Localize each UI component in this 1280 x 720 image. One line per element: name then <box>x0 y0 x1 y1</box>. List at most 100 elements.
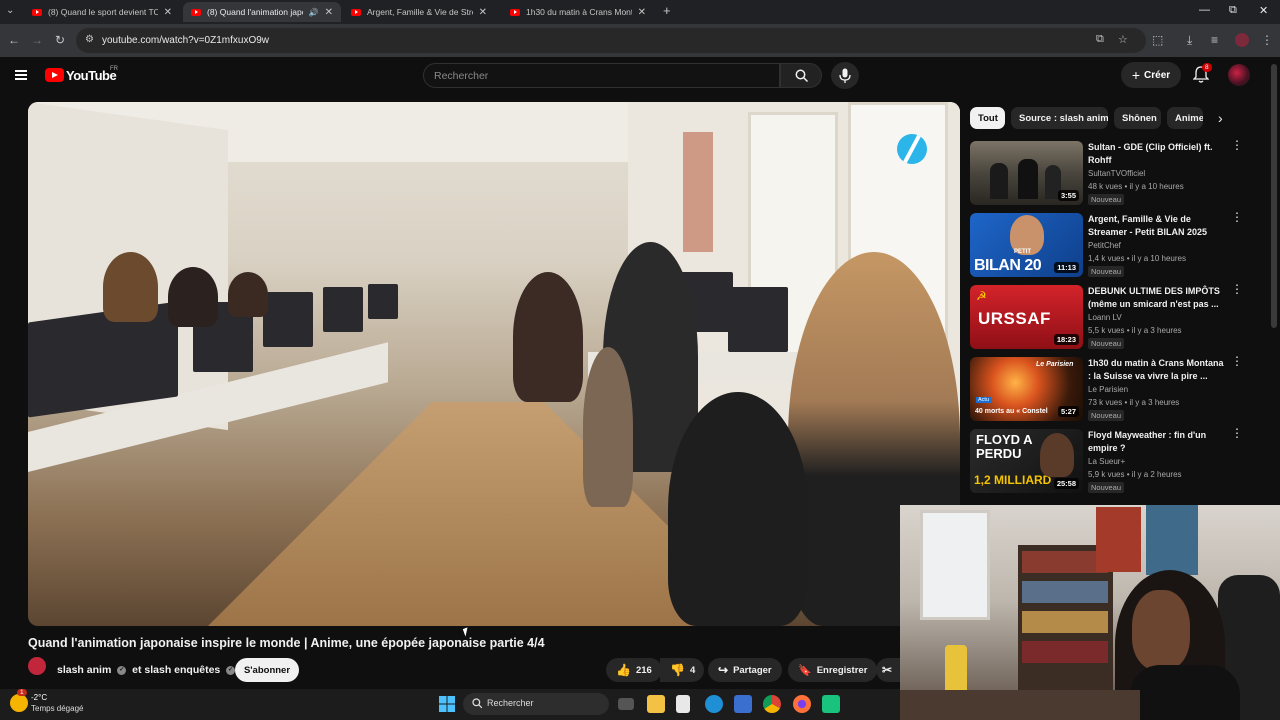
media-icon[interactable]: ≡ <box>1211 33 1218 47</box>
close-tab-icon[interactable]: ✕ <box>325 7 333 18</box>
like-button[interactable]: 👍 216 <box>606 658 662 682</box>
site-info-icon[interactable]: ⚙ <box>85 34 94 45</box>
recommendation-title[interactable]: Argent, Famille & Vie de Streamer - Peti… <box>1088 213 1224 239</box>
recommendation-item[interactable]: PETIT BILAN 20 11:13 Argent, Famille & V… <box>970 211 1252 279</box>
address-bar[interactable]: ⚙ youtube.com/watch?v=0Z1mfxuxO9w ⧉ ☆ <box>76 28 1146 53</box>
recommendation-channel[interactable]: La Sueur+ <box>1088 457 1125 466</box>
youtube-logo-icon[interactable] <box>45 68 64 82</box>
hammer-sickle-icon: ☭ <box>976 289 987 303</box>
recommendation-title[interactable]: 1h30 du matin à Crans Montana : la Suiss… <box>1088 357 1224 383</box>
recommendation-item[interactable]: 3:55 Sultan - GDE (Clip Officiel) ft. Ro… <box>970 139 1252 207</box>
minimize-icon[interactable]: — <box>1199 4 1210 16</box>
chrome-icon[interactable] <box>763 695 781 713</box>
video-thumbnail[interactable]: ☭ URSSAF 18:23 <box>970 285 1083 349</box>
extensions-icon[interactable]: ⬚ <box>1152 33 1163 47</box>
video-duration: 18:23 <box>1053 334 1079 345</box>
recommendation-channel[interactable]: Loann LV <box>1088 313 1122 322</box>
close-tab-icon[interactable]: ✕ <box>479 7 487 18</box>
recommendation-item[interactable]: FLOYD A PERDU 1,2 MILLIARD 25:58 Floyd M… <box>970 427 1252 495</box>
video-thumbnail[interactable]: PETIT BILAN 20 11:13 <box>970 213 1083 277</box>
weather-badge: 1 <box>17 689 27 696</box>
recommendation-title[interactable]: Sultan - GDE (Clip Officiel) ft. Rohff <box>1088 141 1224 167</box>
forward-icon[interactable]: → <box>31 33 43 47</box>
channel-name-secondary[interactable]: slash enquêtes <box>144 664 220 676</box>
firefox-icon[interactable] <box>793 695 811 713</box>
video-player[interactable] <box>28 102 960 626</box>
restore-icon[interactable]: ⧉ <box>1229 4 1237 17</box>
more-options-icon[interactable]: ⋮ <box>1231 355 1243 367</box>
back-icon[interactable]: ← <box>8 33 20 47</box>
clip-button[interactable]: ✂ <box>876 658 900 682</box>
account-avatar[interactable] <box>1228 64 1250 86</box>
scissors-icon: ✂ <box>882 663 893 677</box>
browser-tab-2[interactable]: (8) Quand l'animation japona 🔊 ✕ <box>183 2 341 22</box>
chip-source[interactable]: Source : slash anim <box>1011 107 1108 129</box>
chip-anime[interactable]: Anime <box>1167 107 1203 129</box>
recommendation-title[interactable]: Floyd Mayweather : fin d'un empire ? <box>1088 429 1224 455</box>
like-count: 216 <box>635 664 652 676</box>
recommendation-channel[interactable]: Le Parisien <box>1088 385 1128 394</box>
streamer-shirt <box>1130 665 1240 720</box>
more-options-icon[interactable]: ⋮ <box>1231 283 1243 295</box>
subscribe-button[interactable]: S'abonner <box>235 658 299 682</box>
chip-shonen[interactable]: Shōnen <box>1114 107 1161 129</box>
taskbar-search[interactable]: Rechercher <box>463 693 609 715</box>
close-window-icon[interactable]: ✕ <box>1259 4 1268 17</box>
share-label: Partager <box>733 664 772 676</box>
tab-search-icon[interactable]: ⌄ <box>6 5 14 16</box>
browser-tab-3[interactable]: Argent, Famille & Vie de Stream ✕ <box>343 2 495 22</box>
recommendation-item[interactable]: ☭ URSSAF 18:23 DEBUNK ULTIME DES IMPÔTS … <box>970 283 1252 351</box>
recommendation-title[interactable]: DEBUNK ULTIME DES IMPÔTS (même un smicar… <box>1088 285 1224 311</box>
reload-icon[interactable]: ↻ <box>55 33 65 47</box>
page-scrollbar[interactable] <box>1271 64 1277 328</box>
create-button[interactable]: + Créer <box>1121 62 1181 88</box>
search-input[interactable]: Rechercher <box>423 63 780 88</box>
new-tab-icon[interactable]: + <box>663 3 671 18</box>
more-options-icon[interactable]: ⋮ <box>1231 427 1243 439</box>
speaker-icon[interactable]: 🔊 <box>309 8 319 17</box>
menu-icon[interactable]: ⋮ <box>1261 33 1273 47</box>
weather-temperature[interactable]: -2°C <box>31 693 47 702</box>
search-button[interactable] <box>780 63 822 88</box>
recommendation-item[interactable]: Le Parisien Actu 40 morts au « Constel 5… <box>970 355 1252 423</box>
recommendation-channel[interactable]: SultanTVOfficiel <box>1088 169 1145 178</box>
tab-title: Argent, Famille & Vie de Stream <box>367 7 473 17</box>
weather-sun-icon[interactable] <box>10 694 28 712</box>
windows-start-icon[interactable] <box>439 696 455 712</box>
channel-avatar[interactable] <box>28 657 46 675</box>
download-icon[interactable]: ⤓ <box>1187 33 1192 48</box>
file-explorer-icon[interactable] <box>647 695 665 713</box>
task-view-icon[interactable] <box>618 698 634 710</box>
more-options-icon[interactable]: ⋮ <box>1231 139 1243 151</box>
share-button[interactable]: ↪ Partager <box>708 658 782 682</box>
close-tab-icon[interactable]: ✕ <box>638 7 646 18</box>
new-badge: Nouveau <box>1088 410 1125 421</box>
person <box>103 252 158 322</box>
notepad-icon[interactable] <box>676 695 690 713</box>
video-thumbnail[interactable]: 3:55 <box>970 141 1083 205</box>
channel-names[interactable]: slash anim ✓ et slash enquêtes ✓ <box>57 664 238 676</box>
dislike-button[interactable]: 👎 4 <box>660 658 704 682</box>
save-button[interactable]: 🔖 Enregistrer <box>788 658 878 682</box>
recommendation-channel[interactable]: PetitChef <box>1088 241 1121 250</box>
weather-description[interactable]: Temps dégagé <box>31 704 83 713</box>
bottle <box>945 645 967 695</box>
chip-all[interactable]: Tout <box>970 107 1005 129</box>
bookmark-star-icon[interactable]: ☆ <box>1118 33 1128 46</box>
install-app-icon[interactable]: ⧉ <box>1096 33 1104 46</box>
chevron-right-icon[interactable]: › <box>1218 110 1223 126</box>
browser-tab-1[interactable]: (8) Quand le sport devient TOXI ✕ <box>24 2 180 22</box>
more-options-icon[interactable]: ⋮ <box>1231 211 1243 223</box>
profile-avatar[interactable] <box>1235 33 1249 47</box>
app-icon[interactable] <box>822 695 840 713</box>
hamburger-menu-icon[interactable] <box>15 70 27 80</box>
close-tab-icon[interactable]: ✕ <box>164 7 172 18</box>
voice-search-button[interactable] <box>831 62 859 89</box>
edge-icon[interactable] <box>705 695 723 713</box>
video-thumbnail[interactable]: FLOYD A PERDU 1,2 MILLIARD 25:58 <box>970 429 1083 493</box>
store-icon[interactable] <box>734 695 752 713</box>
channel-name-primary[interactable]: slash anim <box>57 664 111 676</box>
youtube-logo-text[interactable]: YouTube <box>66 68 117 83</box>
video-thumbnail[interactable]: Le Parisien Actu 40 morts au « Constel 5… <box>970 357 1083 421</box>
browser-tab-4[interactable]: 1h30 du matin à Crans Montana ✕ <box>502 2 654 22</box>
